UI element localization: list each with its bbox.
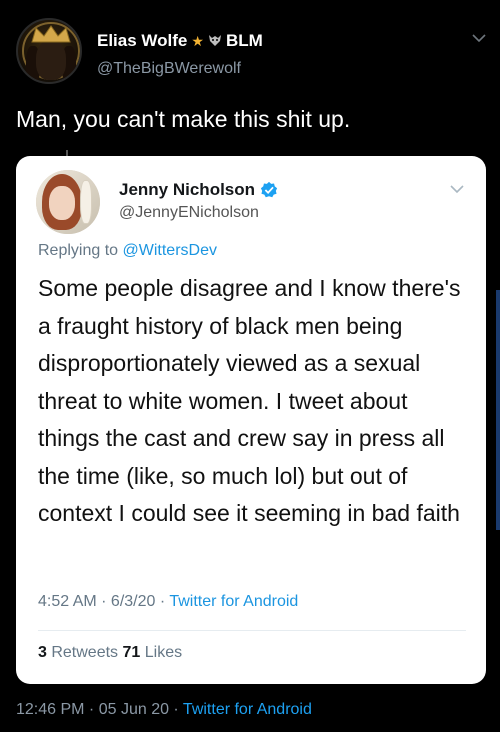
display-name-text: Elias Wolfe <box>97 31 188 50</box>
engagement-stats: 3 Retweets 71 Likes <box>38 644 182 662</box>
chevron-down-icon[interactable] <box>450 184 464 194</box>
retweets-count: 3 <box>38 644 47 661</box>
name-suffix: BLM <box>225 31 263 50</box>
scrollbar[interactable] <box>496 290 500 530</box>
wolf-emoji-icon <box>208 33 222 49</box>
display-name[interactable]: Elias Wolfe ★ BLM <box>97 31 263 51</box>
quoted-tweet-card[interactable]: Jenny Nicholson @JennyENicholson Replyin… <box>16 156 486 684</box>
replying-to: Replying to @WittersDev <box>38 242 217 260</box>
star-emoji-icon: ★ <box>191 33 204 49</box>
avatar[interactable] <box>16 18 82 84</box>
quoted-avatar[interactable] <box>36 170 100 234</box>
retweets-label: Retweets <box>46 644 123 661</box>
likes-label: Likes <box>140 644 183 661</box>
quoted-time[interactable]: 4:52 AM · 6/3/20 · <box>38 593 169 610</box>
chevron-down-icon[interactable] <box>472 33 486 43</box>
outer-tweet-header: Elias Wolfe ★ BLM @TheBigBWerewolf <box>0 0 500 100</box>
quoted-user-handle[interactable]: @JennyENicholson <box>119 204 259 222</box>
timestamp-text[interactable]: 12:46 PM · 05 Jun 20 · <box>16 701 183 718</box>
tweet-timestamp: 12:46 PM · 05 Jun 20 · Twitter for Andro… <box>16 701 312 719</box>
replying-label: Replying to <box>38 242 123 259</box>
quoted-timestamp: 4:52 AM · 6/3/20 · Twitter for Android <box>38 593 298 611</box>
likes-stat[interactable]: 71 Likes <box>123 644 183 661</box>
user-handle[interactable]: @TheBigBWerewolf <box>97 60 241 78</box>
source-link[interactable]: Twitter for Android <box>183 701 312 718</box>
verified-badge-icon <box>260 181 278 198</box>
mention-link[interactable]: @WittersDev <box>123 242 217 259</box>
divider <box>38 630 466 631</box>
quoted-display-name[interactable]: Jenny Nicholson <box>119 180 278 200</box>
quoted-tweet-text: Some people disagree and I know there's … <box>38 275 461 526</box>
likes-count: 71 <box>122 644 141 661</box>
quoted-display-name-text: Jenny Nicholson <box>119 180 256 199</box>
retweets-stat[interactable]: 3 Retweets <box>38 644 123 661</box>
quoted-source-link[interactable]: Twitter for Android <box>169 593 298 610</box>
tweet-text: Man, you can't make this shit up. <box>16 106 351 132</box>
